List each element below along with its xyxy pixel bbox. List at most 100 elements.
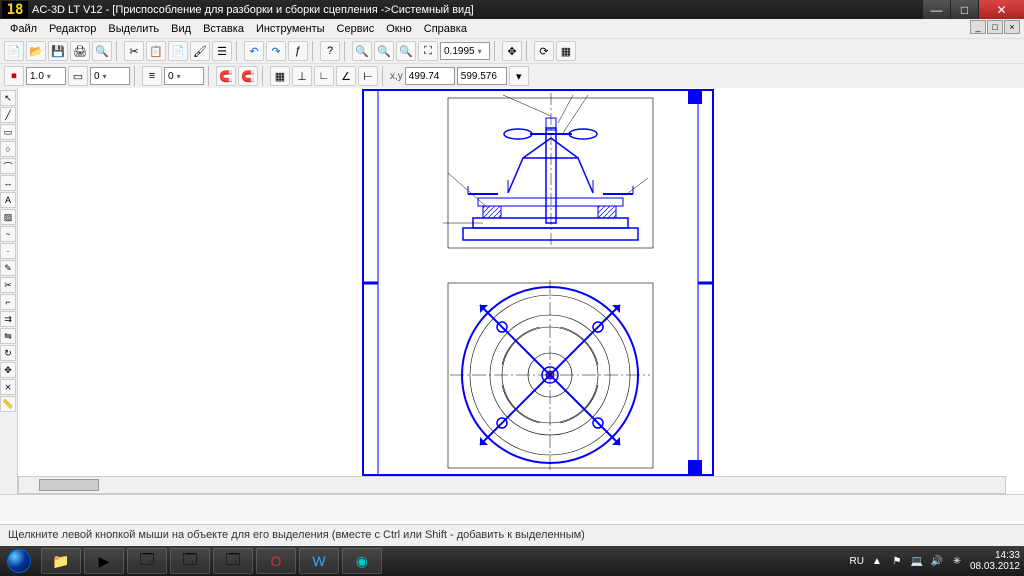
pointer-tool[interactable]: ↖ xyxy=(0,90,16,106)
dimension-tool[interactable]: ↔ xyxy=(0,175,16,191)
stop-button[interactable]: ⏹ xyxy=(4,66,24,86)
coord-x-input[interactable]: 499.74 xyxy=(405,67,455,85)
point-tool[interactable]: · xyxy=(0,243,16,259)
task-generic2[interactable]: 🗔 xyxy=(170,548,210,574)
coord-button[interactable]: ∟ xyxy=(314,66,334,86)
help-pointer-button[interactable]: ? xyxy=(320,41,340,61)
drawing-canvas[interactable] xyxy=(18,88,1024,476)
mdi-max[interactable]: □ xyxy=(987,20,1003,34)
menu-window[interactable]: Окно xyxy=(380,21,418,37)
cut-button[interactable]: ✂ xyxy=(124,41,144,61)
zoom-window-button[interactable]: 🔍 xyxy=(352,41,372,61)
task-explorer[interactable]: 📁 xyxy=(41,548,81,574)
zoom-input[interactable]: 0.1995 xyxy=(440,42,490,60)
angle-button[interactable]: ∠ xyxy=(336,66,356,86)
status-text: Щелкните левой кнопкой мыши на объекте д… xyxy=(8,529,585,541)
menu-editor[interactable]: Редактор xyxy=(43,21,102,37)
zoom-in-button[interactable]: 🔍 xyxy=(374,41,394,61)
window-controls: — □ ✕ xyxy=(922,0,1024,19)
measure-tool[interactable]: 📏 xyxy=(0,396,16,412)
spline-tool[interactable]: ~ xyxy=(0,226,16,242)
grid-button[interactable]: ▦ xyxy=(556,41,576,61)
pan-button[interactable]: ✥ xyxy=(502,41,522,61)
layer-button[interactable]: ▭ xyxy=(68,66,88,86)
coord-y-input[interactable]: 599.576 xyxy=(457,67,507,85)
break-tool[interactable]: ⨯ xyxy=(0,379,16,395)
move-tool[interactable]: ✥ xyxy=(0,362,16,378)
menubar: Файл Редактор Выделить Вид Вставка Инстр… xyxy=(0,19,1024,38)
separator xyxy=(526,41,530,61)
network-icon[interactable]: 💻 xyxy=(910,554,924,568)
offset-tool[interactable]: ⇉ xyxy=(0,311,16,327)
menu-insert[interactable]: Вставка xyxy=(197,21,250,37)
tray-app-icon[interactable]: ✳ xyxy=(950,554,964,568)
lang-indicator[interactable]: RU xyxy=(849,556,863,567)
axis-button[interactable]: ⊢ xyxy=(358,66,378,86)
print-button[interactable]: 🖨 xyxy=(70,41,90,61)
open-button[interactable]: 📂 xyxy=(26,41,46,61)
task-generic3[interactable]: 🗔 xyxy=(213,548,253,574)
menu-service[interactable]: Сервис xyxy=(331,21,381,37)
linestyle-input[interactable]: 0 xyxy=(164,67,204,85)
maximize-button[interactable]: □ xyxy=(950,0,978,19)
hatch-tool[interactable]: ▨ xyxy=(0,209,16,225)
preview-button[interactable]: 🔍 xyxy=(92,41,112,61)
ortho-button[interactable]: ⊥ xyxy=(292,66,312,86)
fillet-tool[interactable]: ⌐ xyxy=(0,294,16,310)
undo-button[interactable]: ↶ xyxy=(244,41,264,61)
snap-magnet-button[interactable]: 🧲 xyxy=(216,66,236,86)
task-generic1[interactable]: 🗔 xyxy=(127,548,167,574)
task-opera[interactable]: O xyxy=(256,548,296,574)
mdi-close[interactable]: × xyxy=(1004,20,1020,34)
text-tool[interactable]: A xyxy=(0,192,16,208)
task-word[interactable]: W xyxy=(299,548,339,574)
edit-tool[interactable]: ✎ xyxy=(0,260,16,276)
rotate-tool[interactable]: ↻ xyxy=(0,345,16,361)
horizontal-scrollbar[interactable] xyxy=(18,476,1006,494)
mdi-min[interactable]: _ xyxy=(970,20,986,34)
arc-tool[interactable]: ⌒ xyxy=(0,158,16,174)
copy-button[interactable]: 📋 xyxy=(146,41,166,61)
layer-input[interactable]: 0 xyxy=(90,67,130,85)
grid-toggle-button[interactable]: ▦ xyxy=(270,66,290,86)
trim-tool[interactable]: ✂ xyxy=(0,277,16,293)
statusbar: Щелкните левой кнопкой мыши на объекте д… xyxy=(0,524,1024,546)
brush-button[interactable]: 🖌 xyxy=(190,41,210,61)
circle-tool[interactable]: ○ xyxy=(0,141,16,157)
volume-icon[interactable]: 🔊 xyxy=(930,554,944,568)
coord-lock-button[interactable]: ▾ xyxy=(509,66,529,86)
save-button[interactable]: 💾 xyxy=(48,41,68,61)
rect-tool[interactable]: ▭ xyxy=(0,124,16,140)
zoom-fit-button[interactable]: ⛶ xyxy=(418,41,438,61)
titlebar: 18 AC-3D LT V12 - [Приспособление для ра… xyxy=(0,0,1024,19)
line-tool[interactable]: ╱ xyxy=(0,107,16,123)
menu-view[interactable]: Вид xyxy=(165,21,197,37)
app-index-badge: 18 xyxy=(2,1,28,18)
menu-file[interactable]: Файл xyxy=(4,21,43,37)
start-button[interactable] xyxy=(0,546,38,576)
menu-help[interactable]: Справка xyxy=(418,21,473,37)
close-button[interactable]: ✕ xyxy=(978,0,1024,19)
task-media[interactable]: ▶ xyxy=(84,548,124,574)
action-center-icon[interactable]: ⚑ xyxy=(890,554,904,568)
clock[interactable]: 14:33 08.03.2012 xyxy=(970,550,1020,572)
new-button[interactable]: 📄 xyxy=(4,41,24,61)
flag-icon[interactable]: ▲ xyxy=(870,554,884,568)
snap-off-button[interactable]: 🧲 xyxy=(238,66,258,86)
task-kompas[interactable]: ◉ xyxy=(342,548,382,574)
linestyle-button[interactable]: ≡ xyxy=(142,66,162,86)
properties-button[interactable]: ☰ xyxy=(212,41,232,61)
toolbar-main: 📄 📂 💾 🖨 🔍 ✂ 📋 📄 🖌 ☰ ↶ ↷ ƒ ? 🔍 🔍 🔍 ⛶ 0.19… xyxy=(0,38,1024,63)
refresh-button[interactable]: ⟳ xyxy=(534,41,554,61)
zoom-out-button[interactable]: 🔍 xyxy=(396,41,416,61)
mirror-tool[interactable]: ⇋ xyxy=(0,328,16,344)
minimize-button[interactable]: — xyxy=(922,0,950,19)
redo-button[interactable]: ↷ xyxy=(266,41,286,61)
scrollbar-thumb[interactable] xyxy=(39,479,99,491)
menu-tools[interactable]: Инструменты xyxy=(250,21,331,37)
fx-button[interactable]: ƒ xyxy=(288,41,308,61)
linewidth-input[interactable]: 1.0 xyxy=(26,67,66,85)
menu-select[interactable]: Выделить xyxy=(102,21,165,37)
separator xyxy=(262,66,266,86)
paste-button[interactable]: 📄 xyxy=(168,41,188,61)
